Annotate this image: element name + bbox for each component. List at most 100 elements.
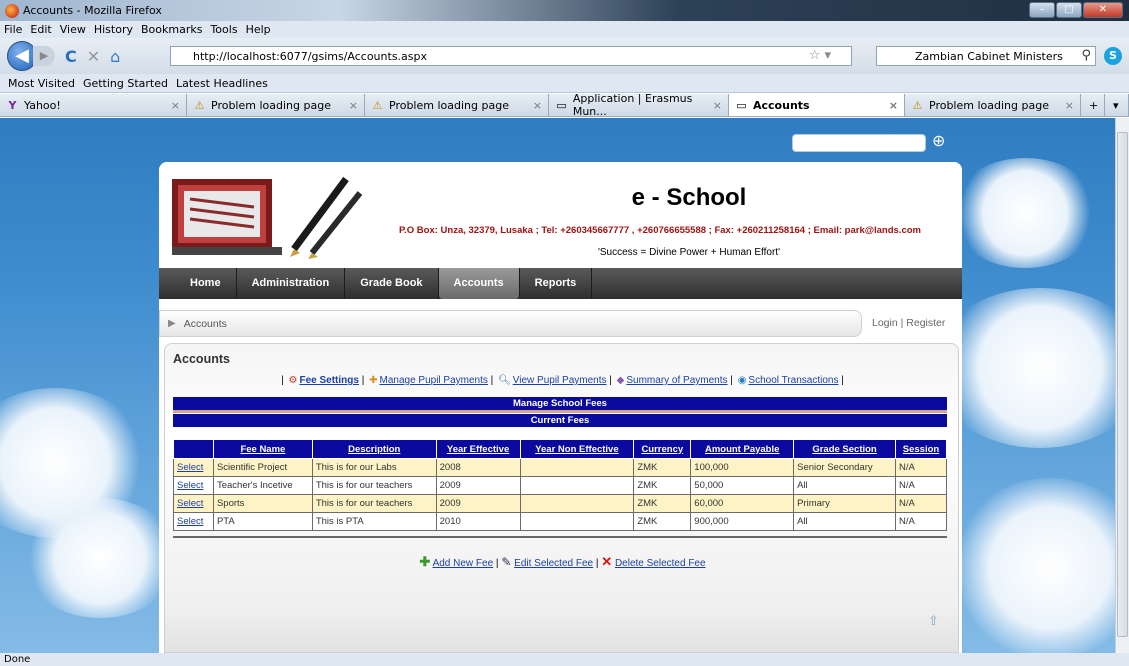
tab-application[interactable]: ▭ Application | Erasmus Mun... × — [549, 92, 729, 118]
school-transactions-link[interactable]: School Transactions — [748, 375, 838, 386]
nav-reports[interactable]: Reports — [520, 268, 593, 299]
table-separator — [173, 536, 947, 538]
col-grade-section[interactable]: Grade Section — [793, 439, 896, 459]
transactions-icon: ◉ — [737, 375, 747, 386]
tab-close-icon[interactable]: × — [713, 99, 722, 112]
site-search-input[interactable] — [792, 134, 926, 152]
site-contact: P.O Box: Unza, 32379, Lusaka ; Tel: +260… — [399, 225, 921, 236]
menu-edit[interactable]: Edit — [30, 23, 51, 36]
col-year-effective[interactable]: Year Effective — [435, 439, 521, 459]
col-currency[interactable]: Currency — [633, 439, 692, 459]
fee-settings-link[interactable]: Fee Settings — [299, 375, 358, 386]
nav-administration[interactable]: Administration — [237, 268, 346, 299]
tab-close-icon[interactable]: × — [533, 99, 542, 112]
cell-fee-name: Scientific Project — [212, 458, 313, 477]
menu-file[interactable]: File — [4, 23, 22, 36]
cell-grade-section: Senior Secondary — [793, 458, 896, 477]
fee-actions: ✚ Add New Fee | ✎ Edit Selected Fee | ✕ … — [419, 554, 706, 569]
col-session[interactable]: Session — [894, 439, 948, 459]
url-bar[interactable]: http://localhost:6077/gsims/Accounts.asp… — [170, 46, 852, 66]
table-row: Select Scientific Project This is for ou… — [173, 458, 948, 477]
menu-tools[interactable]: Tools — [210, 23, 237, 36]
cell-amount-payable: 60,000 — [690, 494, 795, 513]
view-pupil-payments-link[interactable]: View Pupil Payments — [513, 375, 607, 386]
menu-view[interactable]: View — [60, 23, 86, 36]
delete-icon: ✕ — [601, 554, 613, 569]
skype-icon[interactable]: S — [1104, 47, 1122, 65]
tab-close-icon[interactable]: × — [889, 99, 898, 112]
select-link[interactable]: Select — [177, 516, 203, 527]
bookmark-getting-started[interactable]: Getting Started — [83, 77, 168, 90]
add-new-fee-link[interactable]: Add New Fee — [433, 558, 494, 569]
page-panel: e - School P.O Box: Unza, 32379, Lusaka … — [159, 162, 962, 653]
select-link[interactable]: Select — [177, 498, 203, 509]
reload-icon[interactable]: C — [65, 47, 77, 66]
bookmark-most-visited[interactable]: Most Visited — [8, 77, 75, 90]
table-header-row: Fee Name Description Year Effective Year… — [173, 439, 948, 459]
stop-icon[interactable]: ✕ — [87, 47, 100, 66]
nav-home[interactable]: Home — [159, 268, 237, 299]
cell-year-non-effective — [519, 458, 635, 477]
cloud-decoration — [950, 478, 1115, 653]
col-description[interactable]: Description — [311, 439, 437, 459]
maximize-button[interactable]: □ — [1056, 2, 1082, 18]
col-amount-payable[interactable]: Amount Payable — [690, 439, 795, 459]
bookmark-star-icon[interactable]: ☆ ▾ — [809, 48, 831, 63]
search-bar[interactable]: Zambian Cabinet Ministers ⚲ — [876, 46, 1096, 66]
add-icon: ✚ — [419, 554, 431, 569]
menu-help[interactable]: Help — [246, 23, 271, 36]
home-icon[interactable]: ⌂ — [110, 47, 120, 66]
band-divider — [173, 427, 947, 430]
cell-grade-section: All — [793, 476, 896, 495]
tab-list-button[interactable]: ▾ — [1105, 94, 1129, 116]
summary-of-payments-link[interactable]: Summary of Payments — [626, 375, 727, 386]
cell-session: N/A — [894, 494, 948, 513]
edit-selected-fee-link[interactable]: Edit Selected Fee — [514, 558, 593, 569]
cell-currency: ZMK — [633, 494, 692, 513]
tab-accounts[interactable]: ▭ Accounts × — [729, 94, 905, 116]
close-button[interactable]: ✕ — [1083, 2, 1123, 18]
tab-yahoo[interactable]: Y Yahoo! × — [0, 94, 187, 116]
col-fee-name[interactable]: Fee Name — [212, 439, 313, 459]
register-link[interactable]: Register — [906, 317, 945, 329]
cell-session: N/A — [894, 458, 948, 477]
menu-bookmarks[interactable]: Bookmarks — [141, 23, 202, 36]
col-year-non-effective[interactable]: Year Non Effective — [519, 439, 635, 459]
select-link[interactable]: Select — [177, 462, 203, 473]
cell-description: This is for our Labs — [311, 458, 437, 477]
tab-close-icon[interactable]: × — [171, 99, 180, 112]
search-icon[interactable]: ⚲ — [1081, 48, 1091, 63]
vertical-scrollbar[interactable] — [1115, 118, 1129, 653]
scrollbar-thumb[interactable] — [1117, 132, 1128, 637]
cell-session: N/A — [894, 476, 948, 495]
window-controls: – □ ✕ — [1028, 2, 1123, 18]
pencil-icon: ✎ — [501, 555, 512, 569]
cell-currency: ZMK — [633, 458, 692, 477]
login-link[interactable]: Login — [872, 317, 898, 329]
tab-close-icon[interactable]: × — [1065, 99, 1074, 112]
new-tab-button[interactable]: + — [1081, 94, 1105, 116]
bookmark-latest-headlines[interactable]: Latest Headlines — [176, 77, 268, 90]
tab-problem-2[interactable]: ⚠ Problem loading page × — [365, 94, 549, 116]
site-motto: 'Success = Divine Power + Human Effort' — [597, 247, 781, 258]
account-links: Login | Register — [872, 317, 946, 329]
yahoo-icon: Y — [8, 98, 17, 112]
tab-problem-1[interactable]: ⚠ Problem loading page × — [187, 94, 365, 116]
cell-amount-payable: 50,000 — [690, 476, 795, 495]
cell-description: This is for our teachers — [311, 494, 437, 513]
accounts-toolbar: | ⚙ Fee Settings | ✚ Manage Pupil Payments… — [281, 375, 844, 386]
bookmarks-bar: Most Visited Getting Started Latest Head… — [0, 74, 1129, 93]
tab-close-icon[interactable]: × — [349, 99, 358, 112]
select-link[interactable]: Select — [177, 480, 203, 491]
payments-icon: ✚ — [369, 375, 378, 386]
minimize-button[interactable]: – — [1029, 2, 1055, 18]
scroll-top-icon[interactable]: ⇧ — [928, 614, 939, 629]
tab-problem-3[interactable]: ⚠ Problem loading page × — [905, 94, 1081, 116]
forward-button[interactable]: ▶ — [33, 46, 55, 66]
manage-pupil-payments-link[interactable]: Manage Pupil Payments — [380, 375, 488, 386]
nav-accounts[interactable]: Accounts — [438, 268, 520, 299]
delete-selected-fee-link[interactable]: Delete Selected Fee — [615, 558, 706, 569]
nav-grade-book[interactable]: Grade Book — [345, 268, 439, 299]
menu-history[interactable]: History — [94, 23, 133, 36]
globe-search-icon[interactable]: ⊕ — [932, 131, 945, 150]
